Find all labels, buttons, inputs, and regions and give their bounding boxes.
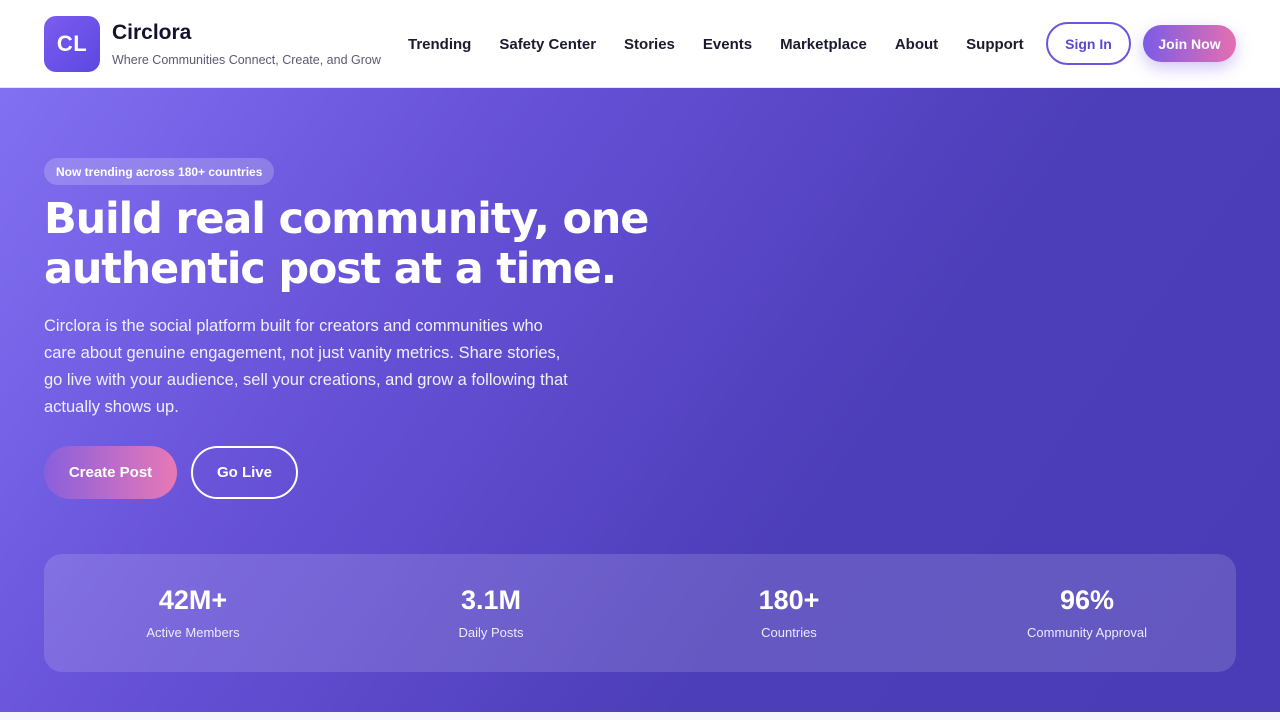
- nav-item-about[interactable]: About: [895, 36, 938, 53]
- sign-in-button[interactable]: Sign In: [1046, 22, 1131, 65]
- nav-item-safety-center[interactable]: Safety Center: [499, 36, 596, 53]
- stat-value: 96%: [1059, 585, 1115, 615]
- brand: Circlora Where Communities Connect, Crea…: [112, 21, 381, 67]
- stat-value: 180+: [758, 585, 820, 615]
- nav-item-stories[interactable]: Stories: [624, 36, 675, 53]
- nav-item-marketplace[interactable]: Marketplace: [780, 36, 867, 53]
- brand-tagline: Where Communities Connect, Create, and G…: [112, 52, 381, 67]
- site-header: CL Circlora Where Communities Connect, C…: [0, 0, 1280, 88]
- stats-panel: 42M+ Active Members 3.1M Daily Posts 180…: [44, 554, 1236, 672]
- main-nav: Trending Safety Center Stories Events Ma…: [408, 0, 1024, 88]
- stat-countries: 180+ Countries: [640, 554, 938, 672]
- nav-item-support[interactable]: Support: [966, 36, 1024, 53]
- logo-text: CL: [56, 30, 88, 56]
- stat-label: Countries: [761, 625, 817, 640]
- go-live-button[interactable]: Go Live: [191, 446, 298, 499]
- create-post-button[interactable]: Create Post: [44, 446, 177, 499]
- stat-active-members: 42M+ Active Members: [44, 554, 342, 672]
- stat-label: Active Members: [146, 625, 240, 640]
- logo[interactable]: CL: [44, 15, 100, 72]
- trending-badge: Now trending across 180+ countries: [44, 158, 275, 185]
- headline-line-2: authentic post at a time.: [44, 244, 617, 294]
- stat-value: 42M+: [158, 585, 228, 615]
- brand-name[interactable]: Circlora: [112, 21, 381, 45]
- join-now-button[interactable]: Join Now: [1143, 25, 1236, 62]
- nav-item-events[interactable]: Events: [703, 36, 752, 53]
- stat-value: 3.1M: [460, 585, 522, 615]
- nav-item-trending[interactable]: Trending: [408, 36, 471, 53]
- stat-label: Community Approval: [1027, 625, 1147, 640]
- stat-label: Daily Posts: [458, 625, 524, 640]
- hero-section: Now trending across 180+ countries Build…: [0, 88, 1280, 712]
- hero-description: Circlora is the social platform built fo…: [44, 317, 568, 416]
- stat-daily-posts: 3.1M Daily Posts: [342, 554, 640, 672]
- stat-community-approval: 96% Community Approval: [938, 554, 1236, 672]
- section-divider: [0, 712, 1280, 720]
- hero-headline: Build real community, one authentic post…: [44, 194, 684, 294]
- headline-line-1: Build real community, one: [44, 194, 649, 244]
